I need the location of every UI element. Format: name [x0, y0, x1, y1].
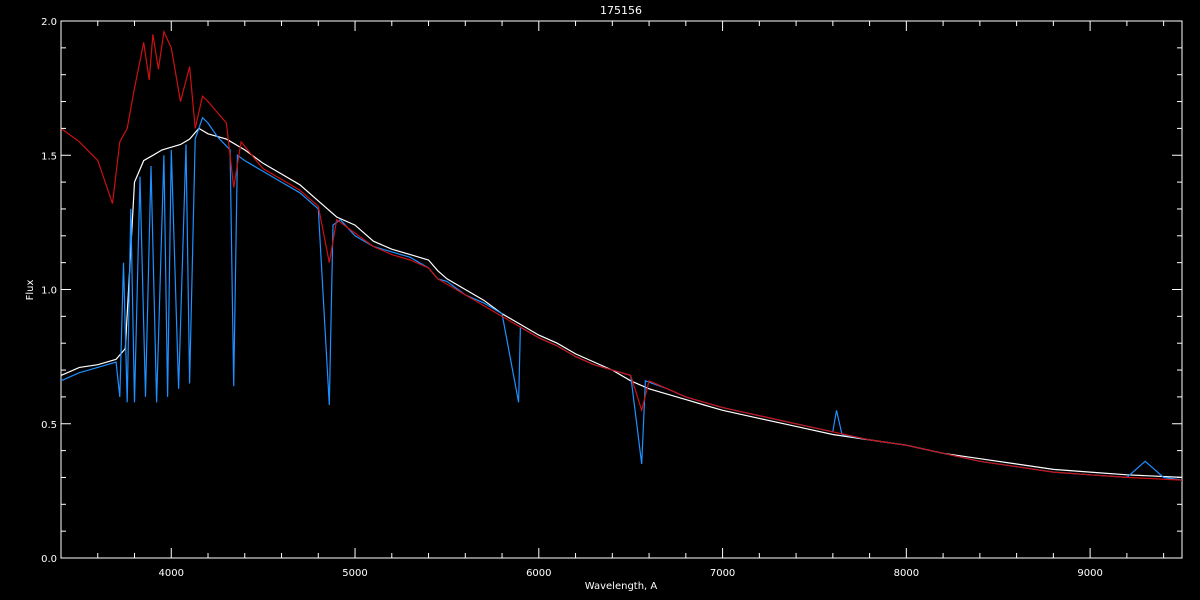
- x-axis-ticks: 4000 5000 6000 7000 8000 9000: [60, 21, 1165, 579]
- y-axis-title: Flux: [25, 280, 36, 301]
- series-line-2: [60, 29, 1183, 481]
- x-tick-label: 6000: [526, 568, 551, 579]
- x-tick-label: 5000: [342, 568, 367, 579]
- y-tick-label: 1.0: [41, 286, 57, 297]
- x-tick-label: 7000: [710, 568, 735, 579]
- series-layer: [60, 29, 1183, 481]
- y-tick-label: 0.0: [41, 554, 57, 565]
- y-tick-label: 0.5: [41, 420, 57, 431]
- series-line-0: [60, 127, 1183, 478]
- y-tick-label: 1.5: [41, 151, 57, 162]
- y-tick-label: 2.0: [41, 17, 57, 28]
- spectrum-chart: 4000 5000 6000 7000 8000 9000 0.0 0.5 1.0 1.5 2.0…: [25, 4, 1183, 592]
- x-axis-title: Wavelength, A: [585, 581, 658, 592]
- chart-title: 175156: [600, 4, 642, 17]
- y-axis-ticks: 0.0 0.5 1.0 1.5 2.0: [41, 17, 1182, 565]
- series-line-1: [60, 116, 1183, 481]
- x-tick-label: 8000: [894, 568, 919, 579]
- plot-frame: [60, 20, 1183, 559]
- x-tick-label: 4000: [159, 568, 184, 579]
- x-tick-label: 9000: [1077, 568, 1102, 579]
